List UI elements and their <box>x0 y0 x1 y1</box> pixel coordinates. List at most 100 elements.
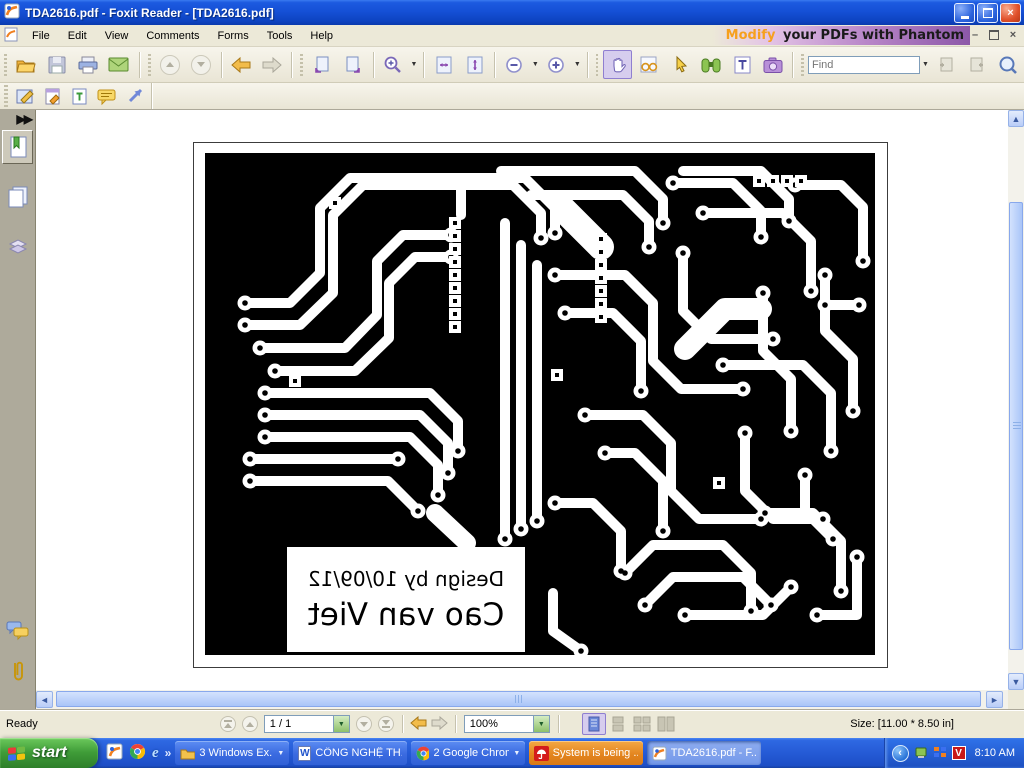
bookmarks-panel-button[interactable] <box>2 130 33 164</box>
facing-layout-button[interactable] <box>630 713 654 735</box>
toolbar-grip[interactable] <box>4 85 8 107</box>
restore-button[interactable] <box>977 3 998 23</box>
pencil-edit-button[interactable] <box>40 84 65 109</box>
menu-view[interactable]: View <box>96 27 138 45</box>
continuous-facing-layout-button[interactable] <box>654 713 678 735</box>
find-input[interactable] <box>808 55 921 74</box>
text-select-button[interactable] <box>727 50 756 79</box>
horizontal-scroll-thumb[interactable] <box>56 691 981 707</box>
quicklaunch-overflow-chevron[interactable]: » <box>165 746 172 760</box>
menu-edit[interactable]: Edit <box>59 27 96 45</box>
zoom-tool-button[interactable] <box>379 50 408 79</box>
taskbar-button-windows-explorer[interactable]: 3 Windows Ex... ▼ <box>175 741 290 765</box>
pages-panel-button[interactable] <box>2 180 33 214</box>
taskbar-group-caret[interactable]: ▼ <box>277 750 284 757</box>
menu-help[interactable]: Help <box>301 27 342 45</box>
go-back-button[interactable] <box>226 50 255 79</box>
taskbar-button-foxit-reader[interactable]: TDA2616.pdf - F... <box>647 741 762 765</box>
snapshot-button[interactable] <box>758 50 787 79</box>
taskbar-group-caret[interactable]: ▼ <box>513 750 520 757</box>
layers-panel-button[interactable] <box>2 230 33 264</box>
pdf-page[interactable]: Design by 10/09/12 Cao van Viet <box>193 142 888 668</box>
email-button[interactable] <box>105 50 134 79</box>
horizontal-scrollbar[interactable]: ◄ ► <box>36 690 1008 709</box>
vertical-scroll-thumb[interactable] <box>1009 202 1023 650</box>
mdi-minimize-button[interactable]: – <box>969 28 981 42</box>
zoom-combo-caret[interactable]: ▼ <box>532 716 549 732</box>
page-number-combo[interactable]: 1 / 1 ▼ <box>263 715 350 733</box>
page-down-button[interactable] <box>187 50 216 79</box>
taskbar-button-word-document[interactable]: W CÔNG NGHỆ TH... <box>293 741 408 765</box>
taskbar-button-avira-alert[interactable]: System is being ... <box>529 741 644 765</box>
find-previous-button[interactable] <box>932 50 961 79</box>
menu-forms[interactable]: Forms <box>209 27 258 45</box>
comment-bubble-button[interactable] <box>94 84 119 109</box>
open-button[interactable] <box>12 50 41 79</box>
comments-panel-button[interactable] <box>2 615 33 649</box>
menu-file[interactable]: File <box>23 27 59 45</box>
print-button[interactable] <box>74 50 103 79</box>
page-combo-caret[interactable]: ▼ <box>332 716 349 732</box>
typewriter-button[interactable] <box>67 84 92 109</box>
zoom-in-button[interactable] <box>542 50 571 79</box>
mdi-restore-button[interactable] <box>988 28 1000 42</box>
tray-icon-antivirus[interactable]: V <box>951 746 966 760</box>
zoom-out-caret[interactable]: ▼ <box>532 61 539 68</box>
start-button[interactable]: start <box>0 738 98 768</box>
status-forward-button[interactable] <box>431 715 448 733</box>
zoom-tool-caret[interactable]: ▼ <box>411 61 418 68</box>
single-page-layout-button[interactable] <box>581 713 606 735</box>
scroll-up-button[interactable]: ▲ <box>1008 110 1024 127</box>
document-icon[interactable] <box>4 27 19 45</box>
title-bar[interactable]: TDA2616.pdf - Foxit Reader - [TDA2616.pd… <box>0 0 1024 25</box>
fit-width-button[interactable] <box>429 50 458 79</box>
vertical-scrollbar[interactable]: ▲ ▼ <box>1008 110 1024 690</box>
toolbar-grip[interactable] <box>4 53 7 76</box>
scroll-right-button[interactable]: ► <box>986 691 1003 708</box>
document-canvas[interactable]: Design by 10/09/12 Cao van Viet <box>36 110 1008 690</box>
menu-comments[interactable]: Comments <box>137 27 208 45</box>
chrome-quicklaunch-icon[interactable] <box>129 743 146 763</box>
next-page-button[interactable] <box>355 716 372 732</box>
status-back-button[interactable] <box>410 715 427 733</box>
go-forward-button[interactable] <box>257 50 286 79</box>
read-mode-button[interactable] <box>634 50 663 79</box>
fit-page-button[interactable] <box>460 50 489 79</box>
attachments-panel-button[interactable] <box>2 655 33 689</box>
next-view-button[interactable] <box>339 50 368 79</box>
ie-quicklaunch-icon[interactable]: e <box>152 745 159 762</box>
hand-tool-button[interactable] <box>603 50 633 79</box>
taskbar-button-google-chrome[interactable]: 2 Google Chrome ▼ <box>411 741 526 765</box>
scroll-left-button[interactable]: ◄ <box>36 691 53 708</box>
zoom-out-button[interactable] <box>500 50 529 79</box>
arrow-markup-button[interactable] <box>121 84 146 109</box>
toolbar-grip[interactable] <box>299 53 303 76</box>
expand-panel-icon[interactable]: ▶▶ <box>17 112 34 126</box>
menu-tools[interactable]: Tools <box>258 27 302 45</box>
find-next-button[interactable] <box>963 50 992 79</box>
save-button[interactable] <box>43 50 72 79</box>
page-up-button[interactable] <box>156 50 185 79</box>
select-tool-button[interactable] <box>665 50 694 79</box>
previous-page-button[interactable] <box>241 716 258 732</box>
close-button[interactable]: × <box>1000 3 1021 23</box>
zoom-level-combo[interactable]: 100% ▼ <box>463 715 550 733</box>
tray-icon-display[interactable] <box>933 745 947 762</box>
phantom-ad-banner[interactable]: Modify your PDFs with Phantom <box>712 26 970 45</box>
scroll-down-button[interactable]: ▼ <box>1008 673 1024 690</box>
zoom-in-caret[interactable]: ▼ <box>574 61 581 68</box>
foxit-quicklaunch-icon[interactable] <box>106 743 123 763</box>
full-search-button[interactable] <box>994 50 1023 79</box>
first-page-button[interactable] <box>219 716 236 732</box>
find-options-caret[interactable]: ▼ <box>922 61 929 68</box>
tray-icon-device[interactable] <box>914 745 928 762</box>
previous-view-button[interactable] <box>308 50 337 79</box>
search-binoculars-button[interactable] <box>696 50 725 79</box>
continuous-layout-button[interactable] <box>606 713 630 735</box>
last-page-button[interactable] <box>377 716 394 732</box>
toolbar-grip[interactable] <box>595 53 599 76</box>
minimize-button[interactable] <box>954 3 975 23</box>
note-tool-button[interactable] <box>13 84 38 109</box>
toolbar-grip[interactable] <box>801 53 805 76</box>
mdi-close-button[interactable]: × <box>1007 28 1019 42</box>
